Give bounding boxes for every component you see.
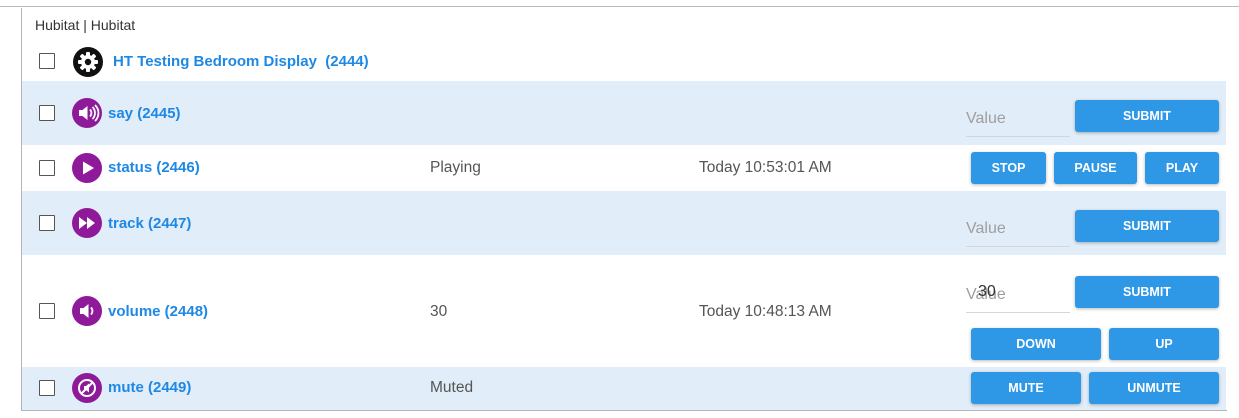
stop-button[interactable]: STOP <box>971 152 1046 184</box>
fast-forward-icon <box>72 208 102 238</box>
volume-submit-button[interactable]: SUBMIT <box>1075 276 1219 308</box>
parent-device-link[interactable]: HT Testing Bedroom Display (2444) <box>113 53 369 70</box>
volume-up-button[interactable]: UP <box>1109 328 1219 360</box>
track-submit-button[interactable]: SUBMIT <box>1075 210 1219 242</box>
status-value: Playing <box>430 159 481 176</box>
status-timestamp: Today 10:53:01 AM <box>699 159 832 176</box>
device-link-status[interactable]: status (2446) <box>108 159 200 176</box>
row-checkbox[interactable] <box>39 215 55 231</box>
parent-device-name: HT Testing Bedroom Display <box>113 53 317 70</box>
device-link-volume[interactable]: volume (2448) <box>108 303 208 320</box>
play-icon <box>72 153 102 183</box>
play-button[interactable]: PLAY <box>1145 152 1219 184</box>
device-link-mute[interactable]: mute (2449) <box>108 379 191 396</box>
device-row-status: status (2446) Playing Today 10:53:01 AM … <box>22 146 1226 190</box>
volume-value: 30 <box>430 303 448 320</box>
gear-icon <box>73 47 103 77</box>
row-checkbox[interactable] <box>39 303 55 319</box>
mute-value: Muted <box>430 379 474 396</box>
volume-value-input[interactable] <box>966 277 1070 313</box>
parent-device-id: (2444) <box>325 53 369 70</box>
device-row-say: say (2445) SUBMIT <box>22 81 1226 145</box>
parent-device-row: HT Testing Bedroom Display (2444) <box>22 44 1226 80</box>
say-submit-button[interactable]: SUBMIT <box>1075 100 1219 132</box>
device-row-volume: volume (2448) 30 Today 10:48:13 AM 30 SU… <box>22 256 1226 366</box>
row-checkbox[interactable] <box>39 53 55 69</box>
unmute-button[interactable]: UNMUTE <box>1089 372 1219 404</box>
device-link-track[interactable]: track (2447) <box>108 215 191 232</box>
row-checkbox[interactable] <box>39 380 55 396</box>
top-divider <box>0 6 1239 7</box>
row-checkbox[interactable] <box>39 105 55 121</box>
volume-down-button[interactable]: DOWN <box>971 328 1101 360</box>
row-checkbox[interactable] <box>39 160 55 176</box>
device-link-say[interactable]: say (2445) <box>108 105 181 122</box>
track-value-input[interactable] <box>966 211 1070 247</box>
volume-timestamp: Today 10:48:13 AM <box>699 303 832 320</box>
device-row-mute: mute (2449) Muted MUTE UNMUTE <box>22 367 1226 410</box>
pause-button[interactable]: PAUSE <box>1054 152 1137 184</box>
mute-button[interactable]: MUTE <box>971 372 1081 404</box>
speaker-icon <box>72 296 102 326</box>
say-value-input[interactable] <box>966 101 1070 137</box>
speaker-loud-icon <box>72 98 102 128</box>
breadcrumb: Hubitat | Hubitat <box>35 17 136 33</box>
mute-icon <box>72 373 102 403</box>
device-row-track: track (2447) SUBMIT <box>22 191 1226 255</box>
